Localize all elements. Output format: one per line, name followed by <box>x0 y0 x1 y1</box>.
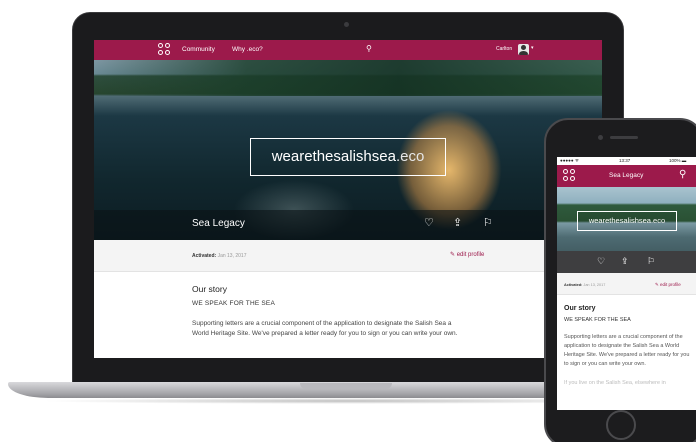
signal-icon: ●●●●● ᯤ <box>560 158 579 163</box>
story-section: Our story WE SPEAK FOR THE SEA Supportin… <box>192 284 492 339</box>
heart-icon[interactable]: ♡ <box>424 216 434 229</box>
search-icon[interactable]: ⚲ <box>679 169 686 180</box>
mobile-page-title: Sea Legacy <box>609 172 644 179</box>
battery-icon: 100% ▬ <box>669 158 687 163</box>
story-paragraph-2: If you live on the Salish Sea, elsewhere… <box>564 380 666 386</box>
activated-date: Jan 13, 2017 <box>217 253 247 259</box>
activated-info: Activated: Jan 13, 2017 <box>192 253 247 259</box>
activated-label: Activated: <box>192 253 217 259</box>
chevron-down-icon[interactable]: ▾ <box>531 45 534 51</box>
laptop-screen: Community Why .eco? ⚲ Carlton ▾ wearethe… <box>94 40 602 358</box>
edit-profile-label: edit profile <box>456 252 485 258</box>
mobile-domain-title-box: wearethesalishsea.eco <box>577 211 677 231</box>
story-heading: Our story <box>192 284 227 294</box>
domain-tld: .eco <box>395 148 425 165</box>
hero-action-bar <box>94 210 602 240</box>
activated-label: Activated: <box>564 283 583 287</box>
phone-screen: ●●●●● ᯤ 13:37 100% ▬ Sea Legacy ⚲ wearet… <box>557 157 696 410</box>
laptop-camera <box>344 22 349 27</box>
story-paragraph: Supporting letters are a crucial compone… <box>564 334 690 367</box>
top-navbar: Community Why .eco? ⚲ Carlton ▾ <box>94 40 602 60</box>
story-subheading: WE SPEAK FOR THE SEA <box>192 300 275 307</box>
edit-profile-link[interactable]: ✎ edit profile <box>450 251 484 258</box>
pencil-icon: ✎ <box>450 252 456 258</box>
nav-link-community[interactable]: Community <box>182 46 215 53</box>
laptop-notch <box>300 383 392 389</box>
pencil-icon: ✎ <box>655 282 659 287</box>
phone-speaker <box>610 136 638 139</box>
phone-camera <box>598 135 603 140</box>
domain-tld: .eco <box>650 216 666 225</box>
story-paragraph: Supporting letters are a crucial compone… <box>192 320 458 337</box>
share-icon[interactable]: ⇪ <box>453 216 462 229</box>
search-icon[interactable]: ⚲ <box>366 44 372 53</box>
user-name[interactable]: Carlton <box>496 46 512 52</box>
flag-icon[interactable]: ⚐ <box>483 216 493 229</box>
edit-profile-label: edit profile <box>660 282 681 287</box>
mobile-navbar: Sea Legacy ⚲ <box>557 165 696 187</box>
mobile-story-section: Our story WE SPEAK FOR THE SEA Supportin… <box>564 305 690 388</box>
avatar[interactable] <box>518 44 529 55</box>
meta-bar <box>94 240 602 272</box>
edit-profile-link[interactable]: ✎ edit profile <box>655 282 681 288</box>
flag-icon[interactable]: ⚐ <box>647 256 655 267</box>
share-icon[interactable]: ⇪ <box>621 256 629 267</box>
page-title: Sea Legacy <box>192 218 245 229</box>
eco-logo-icon[interactable] <box>563 169 577 183</box>
heart-icon[interactable]: ♡ <box>597 256 605 267</box>
domain-title-box: wearethesalishsea.eco <box>250 138 446 176</box>
hero-treeline <box>94 60 602 96</box>
eco-logo-icon[interactable] <box>158 43 172 57</box>
story-subheading: WE SPEAK FOR THE SEA <box>564 317 631 323</box>
story-heading: Our story <box>564 305 596 312</box>
activated-date: Jan 13, 2017 <box>583 283 606 287</box>
phone-home-button[interactable] <box>606 410 636 440</box>
status-time: 13:37 <box>619 158 631 163</box>
activated-info: Activated: Jan 13, 2017 <box>564 283 605 287</box>
status-bar: ●●●●● ᯤ 13:37 100% ▬ <box>557 157 696 165</box>
domain-name: wearethesalishsea <box>271 148 396 165</box>
domain-name: wearethesalishsea <box>588 216 651 225</box>
nav-link-why-eco[interactable]: Why .eco? <box>232 46 263 53</box>
